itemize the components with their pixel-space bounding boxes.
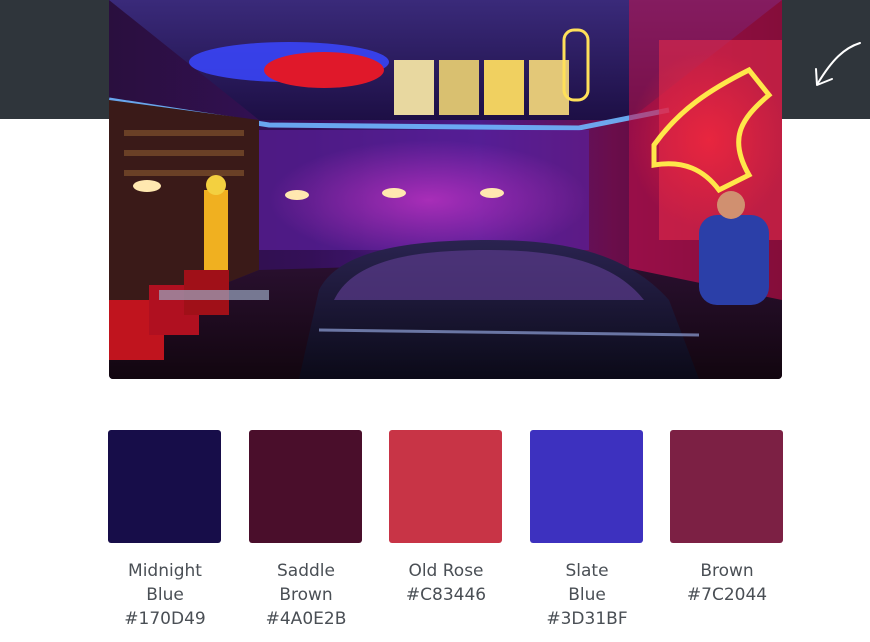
color-swatch[interactable] — [670, 430, 783, 543]
swatch-name: Old Rose — [408, 561, 484, 581]
swatch-name: Brown — [700, 561, 754, 581]
swatch-hex: #7C2044 — [686, 585, 768, 605]
swatch-card-midnight-blue: Midnight Blue #170D49 — [108, 430, 222, 631]
color-palette: Midnight Blue #170D49 Saddle Brown #4A0E… — [108, 430, 784, 642]
swatch-name: Midnight Blue — [128, 561, 202, 605]
swatch-hex: #170D49 — [124, 609, 206, 629]
diner-photo — [109, 0, 782, 379]
swatch-card-slate-blue: Slate Blue #3D31BF — [530, 430, 644, 631]
swatch-card-old-rose: Old Rose #C83446 — [389, 430, 503, 607]
swatch-name: Saddle Brown — [277, 561, 335, 605]
curved-arrow-down-left-icon — [815, 42, 861, 86]
color-swatch[interactable] — [249, 430, 362, 543]
swatch-card-brown: Brown #7C2044 — [670, 430, 784, 607]
swatch-hex: #3D31BF — [546, 609, 628, 629]
swatch-card-saddle-brown: Saddle Brown #4A0E2B — [249, 430, 363, 631]
page: Midnight Blue #170D49 Saddle Brown #4A0E… — [0, 0, 870, 642]
color-swatch[interactable] — [389, 430, 502, 543]
swatch-hex: #4A0E2B — [265, 609, 347, 629]
color-swatch[interactable] — [530, 430, 643, 543]
swatch-hex: #C83446 — [405, 585, 487, 605]
swatch-name: Slate Blue — [565, 561, 609, 605]
color-swatch[interactable] — [108, 430, 221, 543]
